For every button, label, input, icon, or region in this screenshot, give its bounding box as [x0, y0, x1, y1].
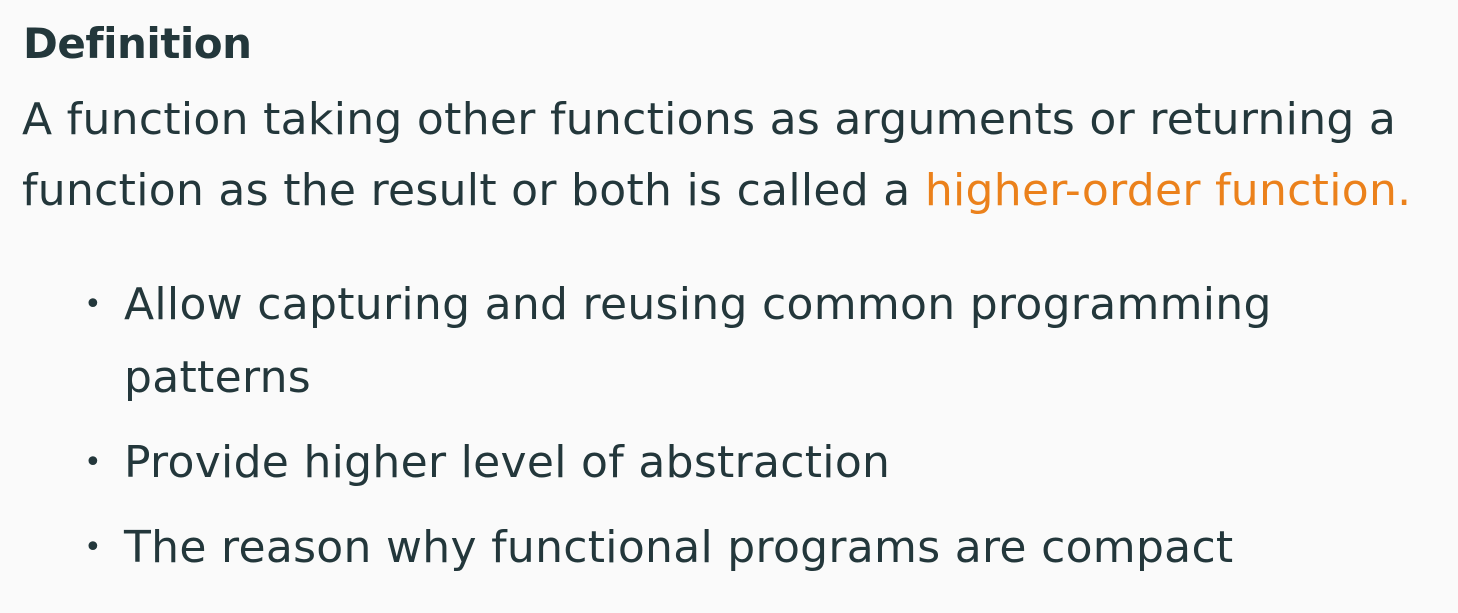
- definition-body: A function taking other functions as arg…: [22, 84, 1452, 226]
- highlighted-term: higher-order function.: [924, 165, 1412, 216]
- bullet-item-compact-programs: • The reason why functional programs are…: [78, 511, 1272, 584]
- bullet-list: • Allow capturing and reusing common pro…: [78, 268, 1272, 596]
- bullet-marker: •: [84, 445, 102, 480]
- bullet-marker: •: [84, 530, 102, 565]
- bullet-text-line-2: patterns: [124, 352, 311, 403]
- bullet-text-line-1: Allow capturing and reusing common progr…: [124, 279, 1272, 330]
- definition-line-2: function as the result or both is called…: [22, 165, 925, 216]
- bullet-item-capturing-patterns: • Allow capturing and reusing common pro…: [78, 268, 1272, 414]
- definition-line-1: A function taking other functions as arg…: [22, 94, 1397, 145]
- bullet-item-abstraction: • Provide higher level of abstraction: [78, 426, 1272, 499]
- bullet-text: The reason why functional programs are c…: [124, 522, 1234, 573]
- definition-title: Definition: [23, 19, 252, 68]
- bullet-text: Provide higher level of abstraction: [124, 437, 891, 488]
- bullet-marker: •: [84, 287, 102, 322]
- slide: Definition A function taking other funct…: [0, 0, 1458, 613]
